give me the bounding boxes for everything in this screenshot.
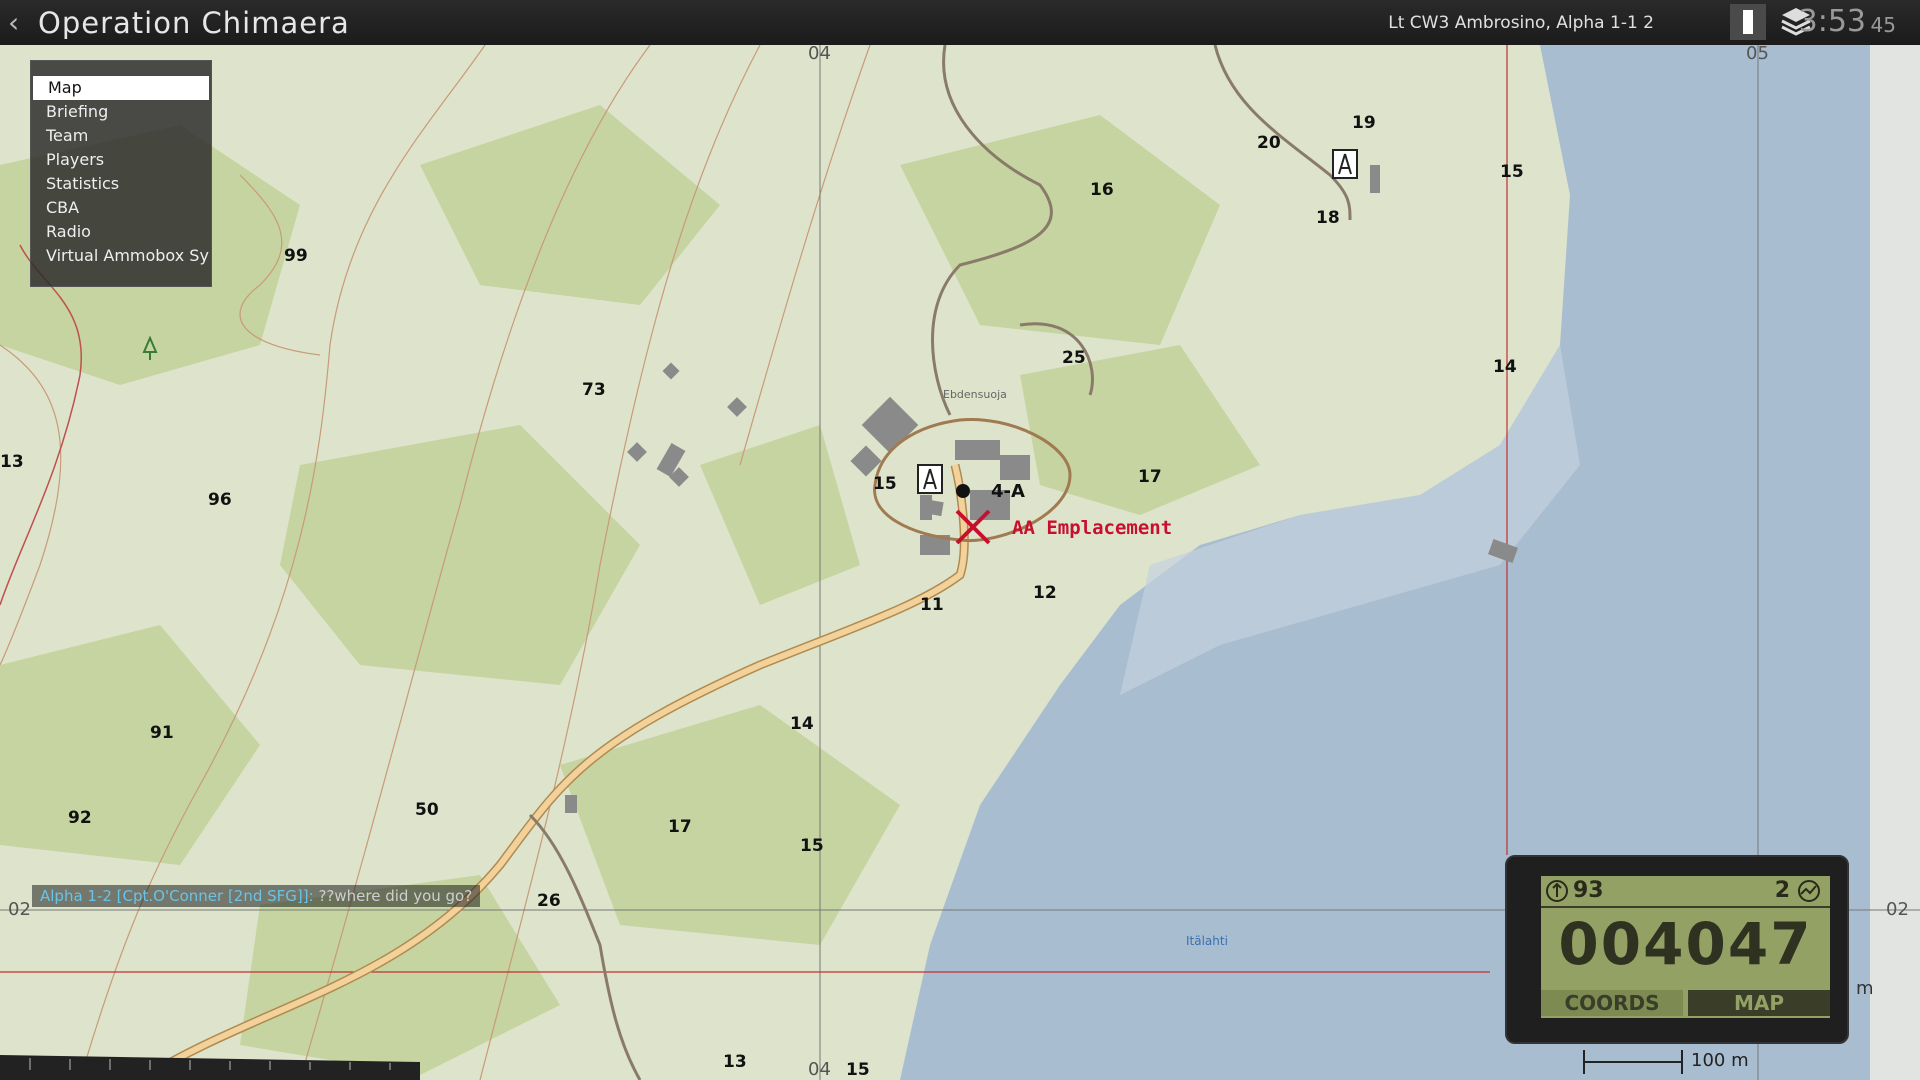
menu-item-players[interactable]: Players: [31, 148, 211, 172]
gps-tab-coords[interactable]: COORDS: [1541, 990, 1683, 1016]
height-label: 15: [1500, 162, 1524, 182]
height-label: 11: [920, 595, 944, 615]
height-label: 92: [68, 808, 92, 828]
height-label: 73: [582, 380, 606, 400]
gps-tab-map[interactable]: MAP: [1688, 990, 1830, 1016]
menu-item-briefing[interactable]: Briefing: [31, 100, 211, 124]
menu-item-virtual-ammobox[interactable]: Virtual Ammobox Sy: [31, 244, 211, 268]
chat-sender: Alpha 1-2 [Cpt.O'Conner [2nd SFG]]:: [40, 887, 314, 905]
objective-label: AA Emplacement: [1012, 517, 1172, 539]
clock-seconds: 45: [1870, 13, 1896, 37]
unit-dot: [956, 484, 970, 498]
menu-item-team[interactable]: Team: [31, 124, 211, 148]
height-label: 99: [284, 246, 308, 266]
menu-item-radio[interactable]: Radio: [31, 220, 211, 244]
height-label: 13: [0, 452, 24, 472]
mission-title: Operation Chimaera: [38, 6, 350, 40]
height-label: 17: [1138, 467, 1162, 487]
top-bar: ‹ Operation Chimaera Lt CW3 Ambrosino, A…: [0, 0, 1920, 45]
height-label: 13: [723, 1052, 747, 1072]
gps-device: 93 2 004047 COORDS MAP: [1505, 855, 1849, 1044]
clock-time: 3:53: [1798, 4, 1866, 39]
back-icon[interactable]: ‹: [8, 6, 19, 39]
height-label: 26: [537, 891, 561, 911]
gps-side-unit: m: [1856, 978, 1874, 999]
height-label: 25: [1062, 348, 1086, 368]
chat-text: ??where did you go?: [318, 887, 473, 905]
height-label: 14: [790, 714, 814, 734]
scale-label: 100 m: [1691, 1050, 1749, 1071]
gps-coordinates: 004047: [1558, 910, 1813, 978]
gps-count: 2: [1774, 878, 1790, 903]
gps-heading: 93: [1573, 878, 1604, 903]
height-label: 12: [1033, 583, 1057, 603]
unit-marker-label: 4-A: [991, 481, 1025, 502]
radio-tower-icon: [1332, 149, 1358, 179]
grid-label-x: 04: [808, 45, 831, 64]
height-label: 16: [1090, 180, 1114, 200]
height-label: 18: [1316, 208, 1340, 228]
grid-label-y: 02: [8, 899, 31, 920]
height-label: 20: [1257, 133, 1281, 153]
height-label: 15: [846, 1060, 870, 1080]
height-label: 50: [415, 800, 439, 820]
map-menu: Map Briefing Team Players Statistics CBA…: [30, 60, 212, 287]
height-label: 96: [208, 490, 232, 510]
menu-item-map[interactable]: Map: [33, 76, 209, 100]
player-name: Lt CW3 Ambrosino, Alpha 1-1 2: [1388, 13, 1654, 33]
menu-item-cba[interactable]: CBA: [31, 196, 211, 220]
grid-label-x: 04: [808, 1059, 831, 1080]
pause-icon: [1743, 10, 1753, 34]
menu-item-statistics[interactable]: Statistics: [31, 172, 211, 196]
map-scale: 100 m: [1583, 1040, 1783, 1080]
height-label: 15: [800, 836, 824, 856]
height-label: 14: [1493, 357, 1517, 377]
gps-header: 93 2: [1543, 876, 1828, 906]
height-label: 91: [150, 723, 174, 743]
grid-label-x: 05: [1746, 45, 1769, 64]
radio-tower-icon: [917, 464, 943, 494]
height-label: 17: [668, 817, 692, 837]
grid-label-y: 02: [1886, 899, 1909, 920]
signal-icon: [1798, 880, 1820, 902]
pause-button[interactable]: [1730, 4, 1766, 40]
gps-screen: 93 2 004047 COORDS MAP: [1541, 876, 1830, 1018]
height-label: 19: [1352, 113, 1376, 133]
bay-name: Itälahti: [1186, 934, 1228, 948]
chat-message: Alpha 1-2 [Cpt.O'Conner [2nd SFG]]: ??wh…: [32, 885, 481, 907]
location-name: Ebdensuoja: [943, 388, 1007, 401]
height-label: 15: [873, 474, 897, 494]
compass-icon: [1546, 880, 1568, 902]
